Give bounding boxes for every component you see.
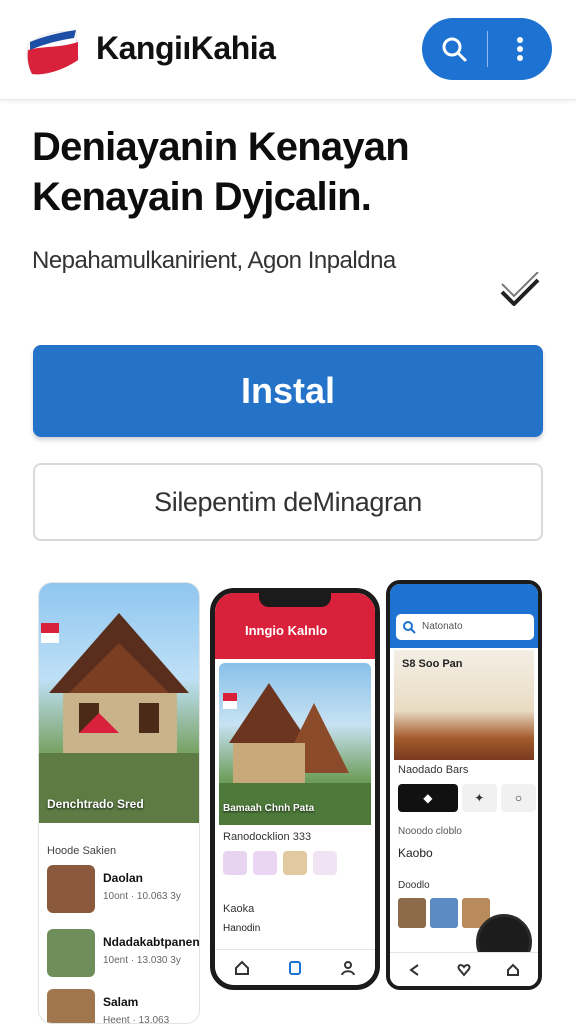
screenshot-1[interactable]: Denchtrado Sred Hoode Sakien Daolan 10on…: [38, 582, 200, 1024]
list-row[interactable]: Kaobo: [398, 846, 536, 860]
section-title: Naodado Bars: [398, 764, 469, 776]
list-row[interactable]: Hanodin: [223, 923, 369, 945]
traditional-house-image: [39, 613, 199, 823]
more-vert-icon: [516, 37, 523, 61]
search-icon: [403, 621, 416, 634]
install-button[interactable]: Instal: [33, 345, 543, 437]
header-actions: [422, 18, 552, 80]
thumbnail: [47, 989, 95, 1023]
thumbnail: [47, 865, 95, 913]
subsection-title: Nooodo cloblo: [398, 826, 462, 837]
photo-thumb[interactable]: [398, 898, 426, 928]
photo-thumb[interactable]: [430, 898, 458, 928]
screenshot-3[interactable]: Natonato S8 Soo Pan Naodado Bars ◆ ✦ ○ N…: [386, 580, 542, 990]
category-tiles[interactable]: [223, 851, 369, 895]
heart-icon[interactable]: [457, 963, 471, 977]
app-brand: KangiıKahia: [96, 30, 276, 66]
hero-image: [219, 663, 371, 825]
item-meta: 10ent · 13.030 3y: [103, 955, 181, 966]
item-title: Ndadakabtpanen: [103, 935, 200, 949]
category-tile[interactable]: [283, 851, 307, 875]
screenshot-gallery[interactable]: Denchtrado Sred Hoode Sakien Daolan 10on…: [0, 570, 576, 1024]
filter-chip[interactable]: ✦: [461, 784, 497, 812]
list-item[interactable]: Daolan 10ont · 10.063 3y: [47, 865, 197, 921]
list-row[interactable]: Doodlo: [398, 880, 430, 891]
back-icon[interactable]: [408, 963, 422, 977]
logo-icon: [26, 30, 79, 75]
phone-notch: [259, 593, 331, 607]
search-field[interactable]: Natonato: [396, 614, 534, 640]
bookmark-icon[interactable]: [287, 960, 303, 976]
home-icon[interactable]: [506, 963, 520, 977]
home-icon[interactable]: [234, 960, 250, 976]
app-subtitle: Nepahamulkanirient, Agon Inpaldna: [32, 247, 396, 274]
thumbnail: [47, 929, 95, 977]
category-tile[interactable]: [223, 851, 247, 875]
item-meta: Heent · 13.063: [103, 1015, 170, 1024]
filter-chip[interactable]: ◆: [398, 784, 458, 812]
bottom-nav: [215, 949, 375, 985]
subsection-title: Kaoka: [223, 903, 255, 915]
temple-image: [219, 683, 371, 825]
bottom-nav: [390, 952, 538, 986]
list-item[interactable]: Ndadakabtpanen 10ent · 13.030 3y: [47, 929, 200, 985]
hero-caption: Bamaah Chnh Pata: [223, 803, 315, 814]
filter-chip[interactable]: ○: [500, 784, 537, 812]
category-tile[interactable]: [253, 851, 277, 875]
more-options-button[interactable]: [488, 18, 553, 80]
filter-chips[interactable]: ◆ ✦ ○: [398, 784, 537, 814]
profile-icon[interactable]: [340, 960, 356, 976]
screenshot-2[interactable]: Inngio Kalnlo Bamaah Chnh Pata Ranodockl…: [210, 588, 380, 990]
verified-check-icon[interactable]: [498, 272, 542, 312]
hero-caption: Denchtrado Sred: [47, 797, 144, 811]
hero-title: S8 Soo Pan: [402, 658, 463, 670]
secondary-action-button[interactable]: Silepentim deMinagran: [33, 463, 543, 541]
section-title: Ranodocklion 333: [223, 831, 312, 843]
item-title: Salam: [103, 995, 139, 1009]
screen-brand: Inngio Kalnlo: [245, 623, 328, 638]
search-icon: [442, 37, 467, 62]
category-tile[interactable]: [313, 851, 337, 875]
item-meta: 10ont · 10.063 3y: [103, 891, 181, 902]
hero-image: [39, 583, 199, 823]
item-title: Daolan: [103, 871, 144, 885]
search-button[interactable]: [422, 18, 487, 80]
section-title: Hoode Sakien: [47, 845, 117, 857]
app-title: Deniayanin Kenayan Kenayain Dyjcalin.: [32, 125, 410, 219]
app-bar: KangiıKahia: [0, 0, 576, 100]
list-item[interactable]: Salam Heent · 13.063: [47, 989, 197, 1024]
